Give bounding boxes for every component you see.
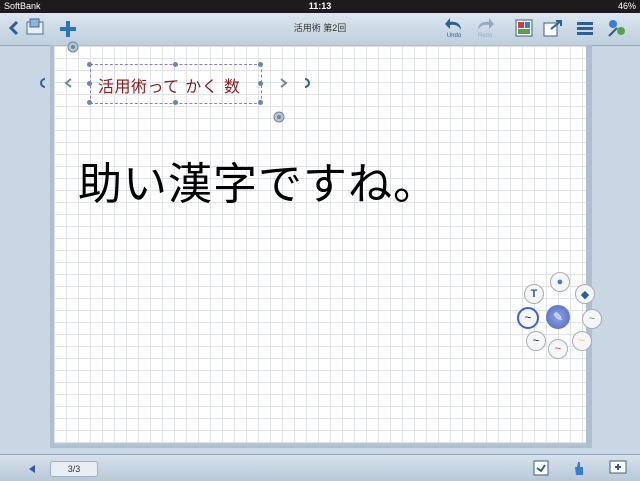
resize-handle[interactable] <box>258 62 263 67</box>
prev-page-icon[interactable] <box>26 463 38 475</box>
battery-label: 46% <box>617 1 636 11</box>
undo-label: Undo <box>446 33 462 39</box>
chevron-left-icon[interactable] <box>62 76 74 90</box>
back-icon[interactable] <box>7 19 21 37</box>
layout-icon[interactable] <box>514 18 534 38</box>
redo-icon[interactable] <box>475 16 495 32</box>
hand-tool-icon[interactable] <box>570 459 588 477</box>
handwritten-text[interactable]: 助い漢字ですね。 <box>78 148 438 212</box>
menu-icon[interactable] <box>576 19 594 37</box>
add-icon[interactable] <box>58 19 78 39</box>
resize-handle[interactable] <box>87 81 92 86</box>
resize-handle[interactable] <box>173 62 178 67</box>
redo-label: Redo <box>477 33 493 39</box>
clock: 11:13 <box>308 1 332 11</box>
share-icon[interactable] <box>606 17 628 39</box>
status-bar: SoftBank 11:13 46% <box>0 0 640 13</box>
undo-icon[interactable] <box>444 16 464 32</box>
rotate-right-icon[interactable] <box>302 76 314 90</box>
black-pen-button[interactable]: ~ <box>517 307 539 329</box>
rotate-left-icon[interactable] <box>36 76 48 90</box>
selected-handwriting[interactable]: 活用術って かく 数 <box>98 73 240 97</box>
notebook-icon[interactable] <box>24 17 46 37</box>
black-thin-pen-button[interactable]: ~ <box>526 331 546 351</box>
chevron-right-icon[interactable] <box>278 76 290 90</box>
resize-handle[interactable] <box>87 62 92 67</box>
text-tool-button[interactable]: T <box>524 284 544 304</box>
resize-handle[interactable] <box>87 100 92 105</box>
resize-handle[interactable] <box>173 100 178 105</box>
page-settings-icon[interactable] <box>532 459 550 477</box>
yellow-pen-button[interactable]: ~ <box>572 331 592 351</box>
rotate-handle-icon[interactable] <box>66 40 80 54</box>
green-pen-button[interactable]: ~ <box>582 309 602 329</box>
page-indicator: 3/3 <box>50 461 98 477</box>
resize-handle[interactable] <box>258 100 263 105</box>
red-pen-button[interactable]: ~ <box>548 339 568 359</box>
rotate-handle-icon[interactable] <box>272 110 286 124</box>
resize-handle[interactable] <box>258 81 263 86</box>
export-icon[interactable] <box>542 18 564 38</box>
note-page[interactable] <box>54 46 586 445</box>
pen-icon[interactable]: ✎ <box>546 305 570 329</box>
insert-icon[interactable] <box>608 459 628 477</box>
eraser-icon[interactable]: ◆ <box>575 284 595 304</box>
marker-icon[interactable]: ● <box>550 272 570 292</box>
